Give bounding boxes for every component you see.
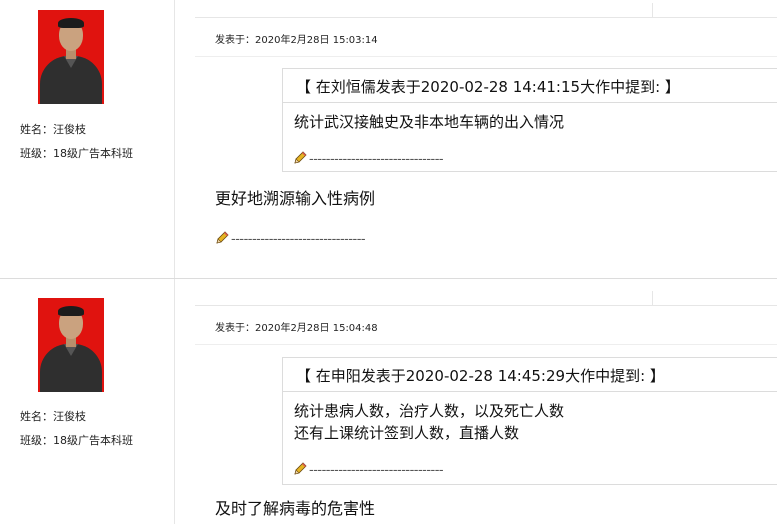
author-name: 姓名：汪俊枝 xyxy=(20,410,86,423)
post-timestamp: 发表于：2020年2月28日 15:04:48 xyxy=(215,323,378,334)
author-class: 班级：18级广告本科班 xyxy=(20,147,133,160)
quote-signature: -------------------------------- xyxy=(293,151,444,167)
quote-block: 【 在申阳发表于2020-02-28 14:45:29大作中提到: 】 统计患病… xyxy=(282,357,777,485)
post: 姓名：汪俊枝 班级：18级广告本科班 发表于：2020年2月28日 15:04:… xyxy=(0,288,777,524)
reply-text: 更好地溯源输入性病例 xyxy=(215,189,376,208)
author-panel: 姓名：汪俊枝 班级：18级广告本科班 xyxy=(0,0,175,288)
author-panel: 姓名：汪俊枝 班级：18级广告本科班 xyxy=(0,288,175,524)
author-name: 姓名：汪俊枝 xyxy=(20,123,86,136)
quote-signature: -------------------------------- xyxy=(293,462,444,478)
quote-header: 【 在刘恒儒发表于2020-02-28 14:41:15大作中提到: 】 xyxy=(283,69,777,103)
quote-header: 【 在申阳发表于2020-02-28 14:45:29大作中提到: 】 xyxy=(283,358,777,392)
avatar xyxy=(38,298,104,392)
post-content: 发表于：2020年2月28日 15:04:48 【 在申阳发表于2020-02-… xyxy=(195,288,777,524)
quote-text: 统计患病人数，治疗人数，以及死亡人数 还有上课统计签到人数，直播人数 xyxy=(294,400,564,444)
post-content: 发表于：2020年2月28日 15:03:14 【 在刘恒儒发表于2020-02… xyxy=(195,0,777,288)
post-timestamp: 发表于：2020年2月28日 15:03:14 xyxy=(215,35,378,46)
pencil-icon xyxy=(216,231,229,244)
pencil-icon xyxy=(294,462,307,475)
post-divider xyxy=(0,278,777,279)
author-class: 班级：18级广告本科班 xyxy=(20,434,133,447)
reply-text: 及时了解病毒的危害性 xyxy=(215,499,376,518)
post: 姓名：汪俊枝 班级：18级广告本科班 发表于：2020年2月28日 15:03:… xyxy=(0,0,777,288)
quote-text: 统计武汉接触史及非本地车辆的出入情况 xyxy=(294,111,564,133)
pencil-icon xyxy=(294,151,307,164)
quote-line: 还有上课统计签到人数，直播人数 xyxy=(294,424,520,442)
quote-line: 统计武汉接触史及非本地车辆的出入情况 xyxy=(294,113,565,131)
reply-signature: -------------------------------- xyxy=(215,231,366,247)
avatar xyxy=(38,10,104,104)
quote-block: 【 在刘恒儒发表于2020-02-28 14:41:15大作中提到: 】 统计武… xyxy=(282,68,777,172)
quote-line: 统计患病人数，治疗人数，以及死亡人数 xyxy=(294,402,565,420)
